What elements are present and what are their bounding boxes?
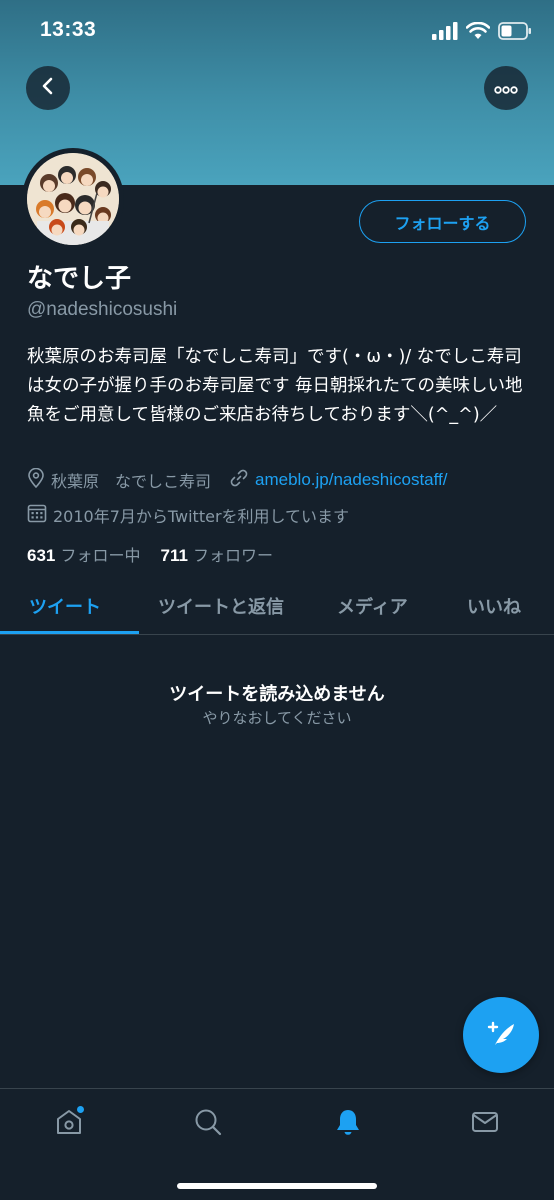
tab-likes[interactable]: いいね (467, 593, 521, 619)
profile-meta-location-row: 秋葉原 なでしこ寿司 ameblo.jp/nadeshicostaff/ (27, 467, 448, 492)
empty-state-subtitle: やりなおしてください (202, 709, 352, 727)
more-dots-icon (494, 79, 518, 98)
nav-notifications[interactable] (331, 1107, 365, 1141)
chevron-left-icon (38, 76, 58, 100)
profile-meta-joined-row: 2010年7月からTwitterを利用しています (27, 503, 349, 527)
status-bar: 13:33 (0, 0, 554, 60)
following-count: 631 (27, 546, 56, 565)
profile-website-link[interactable]: ameblo.jp/nadeshicostaff/ (255, 470, 447, 490)
nav-search[interactable] (191, 1107, 225, 1141)
location-pin-icon (27, 467, 45, 492)
compose-tweet-button[interactable] (463, 997, 539, 1073)
calendar-icon (27, 503, 47, 527)
cellular-signal-icon (432, 22, 458, 44)
messages-envelope-icon (470, 1107, 500, 1141)
notification-badge-dot (76, 1105, 85, 1114)
follow-button[interactable]: フォローする (359, 200, 526, 243)
avatar-illustration (27, 153, 119, 245)
status-icons (432, 20, 532, 46)
status-time: 13:33 (40, 18, 97, 41)
tab-tweets[interactable]: ツイート (29, 593, 101, 619)
followers-count: 711 (160, 546, 188, 565)
nav-home[interactable] (52, 1105, 86, 1141)
profile-joined-date: 2010年7月からTwitterを利用しています (53, 507, 350, 526)
battery-icon (498, 22, 532, 44)
back-button[interactable] (26, 66, 70, 110)
display-name: なでし子 (27, 264, 132, 294)
notifications-bell-icon (333, 1107, 363, 1141)
follow-counts: 631 フォロー中 711 フォロワー (27, 542, 273, 566)
active-tab-indicator (0, 631, 139, 634)
search-icon (193, 1107, 223, 1141)
following-label: フォロー中 (60, 546, 141, 565)
profile-screen: 13:33 フォローする なでし子 @nadeshicosushi 秋葉原のお寿… (0, 0, 554, 1200)
tab-tweets-and-replies[interactable]: ツイートと返信 (158, 593, 284, 619)
followers-link[interactable]: 711 フォロワー (160, 542, 273, 566)
followers-label: フォロワー (193, 546, 274, 565)
avatar[interactable] (22, 148, 124, 250)
home-indicator[interactable] (177, 1183, 377, 1189)
tab-media[interactable]: メディア (337, 593, 408, 619)
more-options-button[interactable] (484, 66, 528, 110)
nav-messages[interactable] (468, 1107, 502, 1141)
following-link[interactable]: 631 フォロー中 (27, 542, 140, 566)
link-icon (229, 468, 249, 492)
empty-state-title: ツイートを読み込めません (169, 684, 385, 705)
profile-location: 秋葉原 なでしこ寿司 (51, 472, 212, 491)
compose-tweet-icon (483, 1015, 519, 1055)
wifi-icon (465, 21, 491, 44)
profile-bio: 秋葉原のお寿司屋「なでしこ寿司」です(・ω・)/ なでしこ寿司は女の子が握り手の… (27, 347, 523, 425)
user-handle: @nadeshicosushi (27, 299, 178, 320)
profile-tabs: ツイート ツイートと返信 メディア いいね (0, 583, 554, 635)
